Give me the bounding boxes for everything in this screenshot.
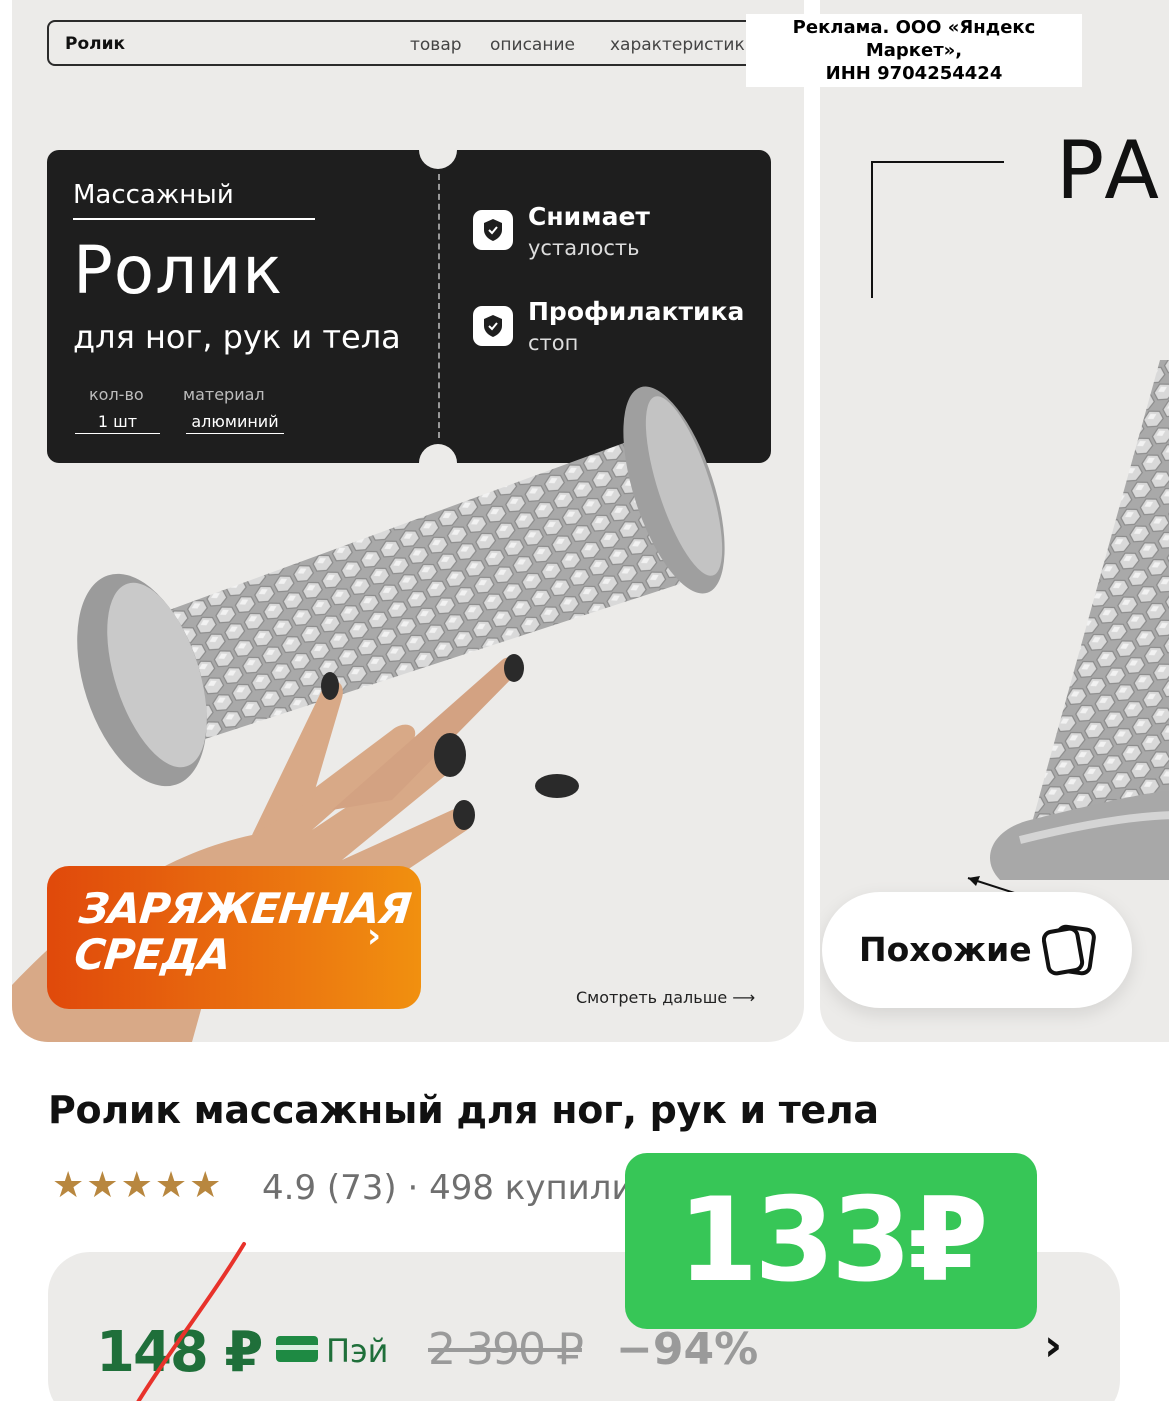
ad-line-1: Реклама. ООО «Яндекс Маркет», bbox=[792, 17, 1036, 61]
roller-product-image bbox=[990, 360, 1169, 880]
gallery-card-main[interactable]: Ролик товар описание характеристики Масс… bbox=[12, 0, 804, 1042]
overlay-price-badge: 133₽ bbox=[625, 1153, 1037, 1329]
see-more-link[interactable]: Смотреть дальше ⟶ bbox=[576, 988, 755, 1007]
promo-line-1: ЗАРЯЖЕННАЯ bbox=[76, 884, 413, 933]
promo-banner-button[interactable]: ЗАРЯЖЕННАЯ СРЕДА › bbox=[47, 866, 421, 1009]
ad-disclosure: Реклама. ООО «Яндекс Маркет», ИНН 970425… bbox=[746, 14, 1082, 87]
ticket-pretitle: Массажный bbox=[73, 180, 234, 210]
frame-corner-decoration bbox=[871, 161, 1004, 298]
star-icon: ★ bbox=[189, 1165, 222, 1206]
ad-line-2: ИНН 9704254424 bbox=[825, 63, 1003, 84]
old-price: 2 390 ₽ bbox=[428, 1324, 584, 1375]
star-icon: ★ bbox=[120, 1165, 153, 1206]
cards-stack-icon bbox=[1042, 924, 1096, 976]
similar-label: Похожие bbox=[859, 930, 1032, 969]
feature-1-title: Снимает bbox=[528, 202, 650, 231]
star-icon: ★ bbox=[52, 1165, 85, 1206]
chevron-right-icon[interactable]: › bbox=[1044, 1320, 1062, 1371]
feature-2-title: Профилактика bbox=[528, 297, 745, 326]
product-nav-pill: Ролик товар описание характеристики bbox=[47, 20, 772, 66]
feature-1-sub: усталость bbox=[528, 236, 640, 260]
promo-line-2: СРЕДА bbox=[72, 930, 233, 979]
gallery-card-next[interactable]: РА Похожие bbox=[820, 0, 1169, 1042]
nav-link-product: товар bbox=[410, 35, 462, 55]
pay-label: Пэй bbox=[326, 1332, 389, 1370]
rating-summary[interactable]: 4.9 (73) · 498 купили bbox=[262, 1168, 634, 1208]
shield-check-icon bbox=[473, 210, 513, 250]
similar-products-button[interactable]: Похожие bbox=[822, 892, 1132, 1008]
chevron-right-icon: › bbox=[367, 916, 382, 956]
ticket-underline bbox=[73, 218, 315, 220]
rating-stars: ★ ★ ★ ★ ★ bbox=[52, 1166, 221, 1206]
ticket-notch-top bbox=[419, 131, 457, 169]
discount-badge: −94% bbox=[616, 1324, 759, 1375]
nav-brand: Ролик bbox=[65, 34, 126, 54]
nav-link-description: описание bbox=[490, 35, 575, 55]
promo-text: ЗАРЯЖЕННАЯ СРЕДА bbox=[72, 884, 413, 979]
ticket-title: Ролик bbox=[73, 232, 284, 309]
star-icon: ★ bbox=[154, 1165, 188, 1206]
star-icon: ★ bbox=[86, 1165, 119, 1206]
product-title[interactable]: Ролик массажный для ног, рук и тела bbox=[48, 1088, 879, 1132]
strike-slash-annotation bbox=[136, 1242, 246, 1401]
nav-link-specs: характеристики bbox=[610, 35, 756, 55]
card-icon bbox=[276, 1336, 318, 1362]
next-card-heading: РА bbox=[1056, 124, 1159, 217]
